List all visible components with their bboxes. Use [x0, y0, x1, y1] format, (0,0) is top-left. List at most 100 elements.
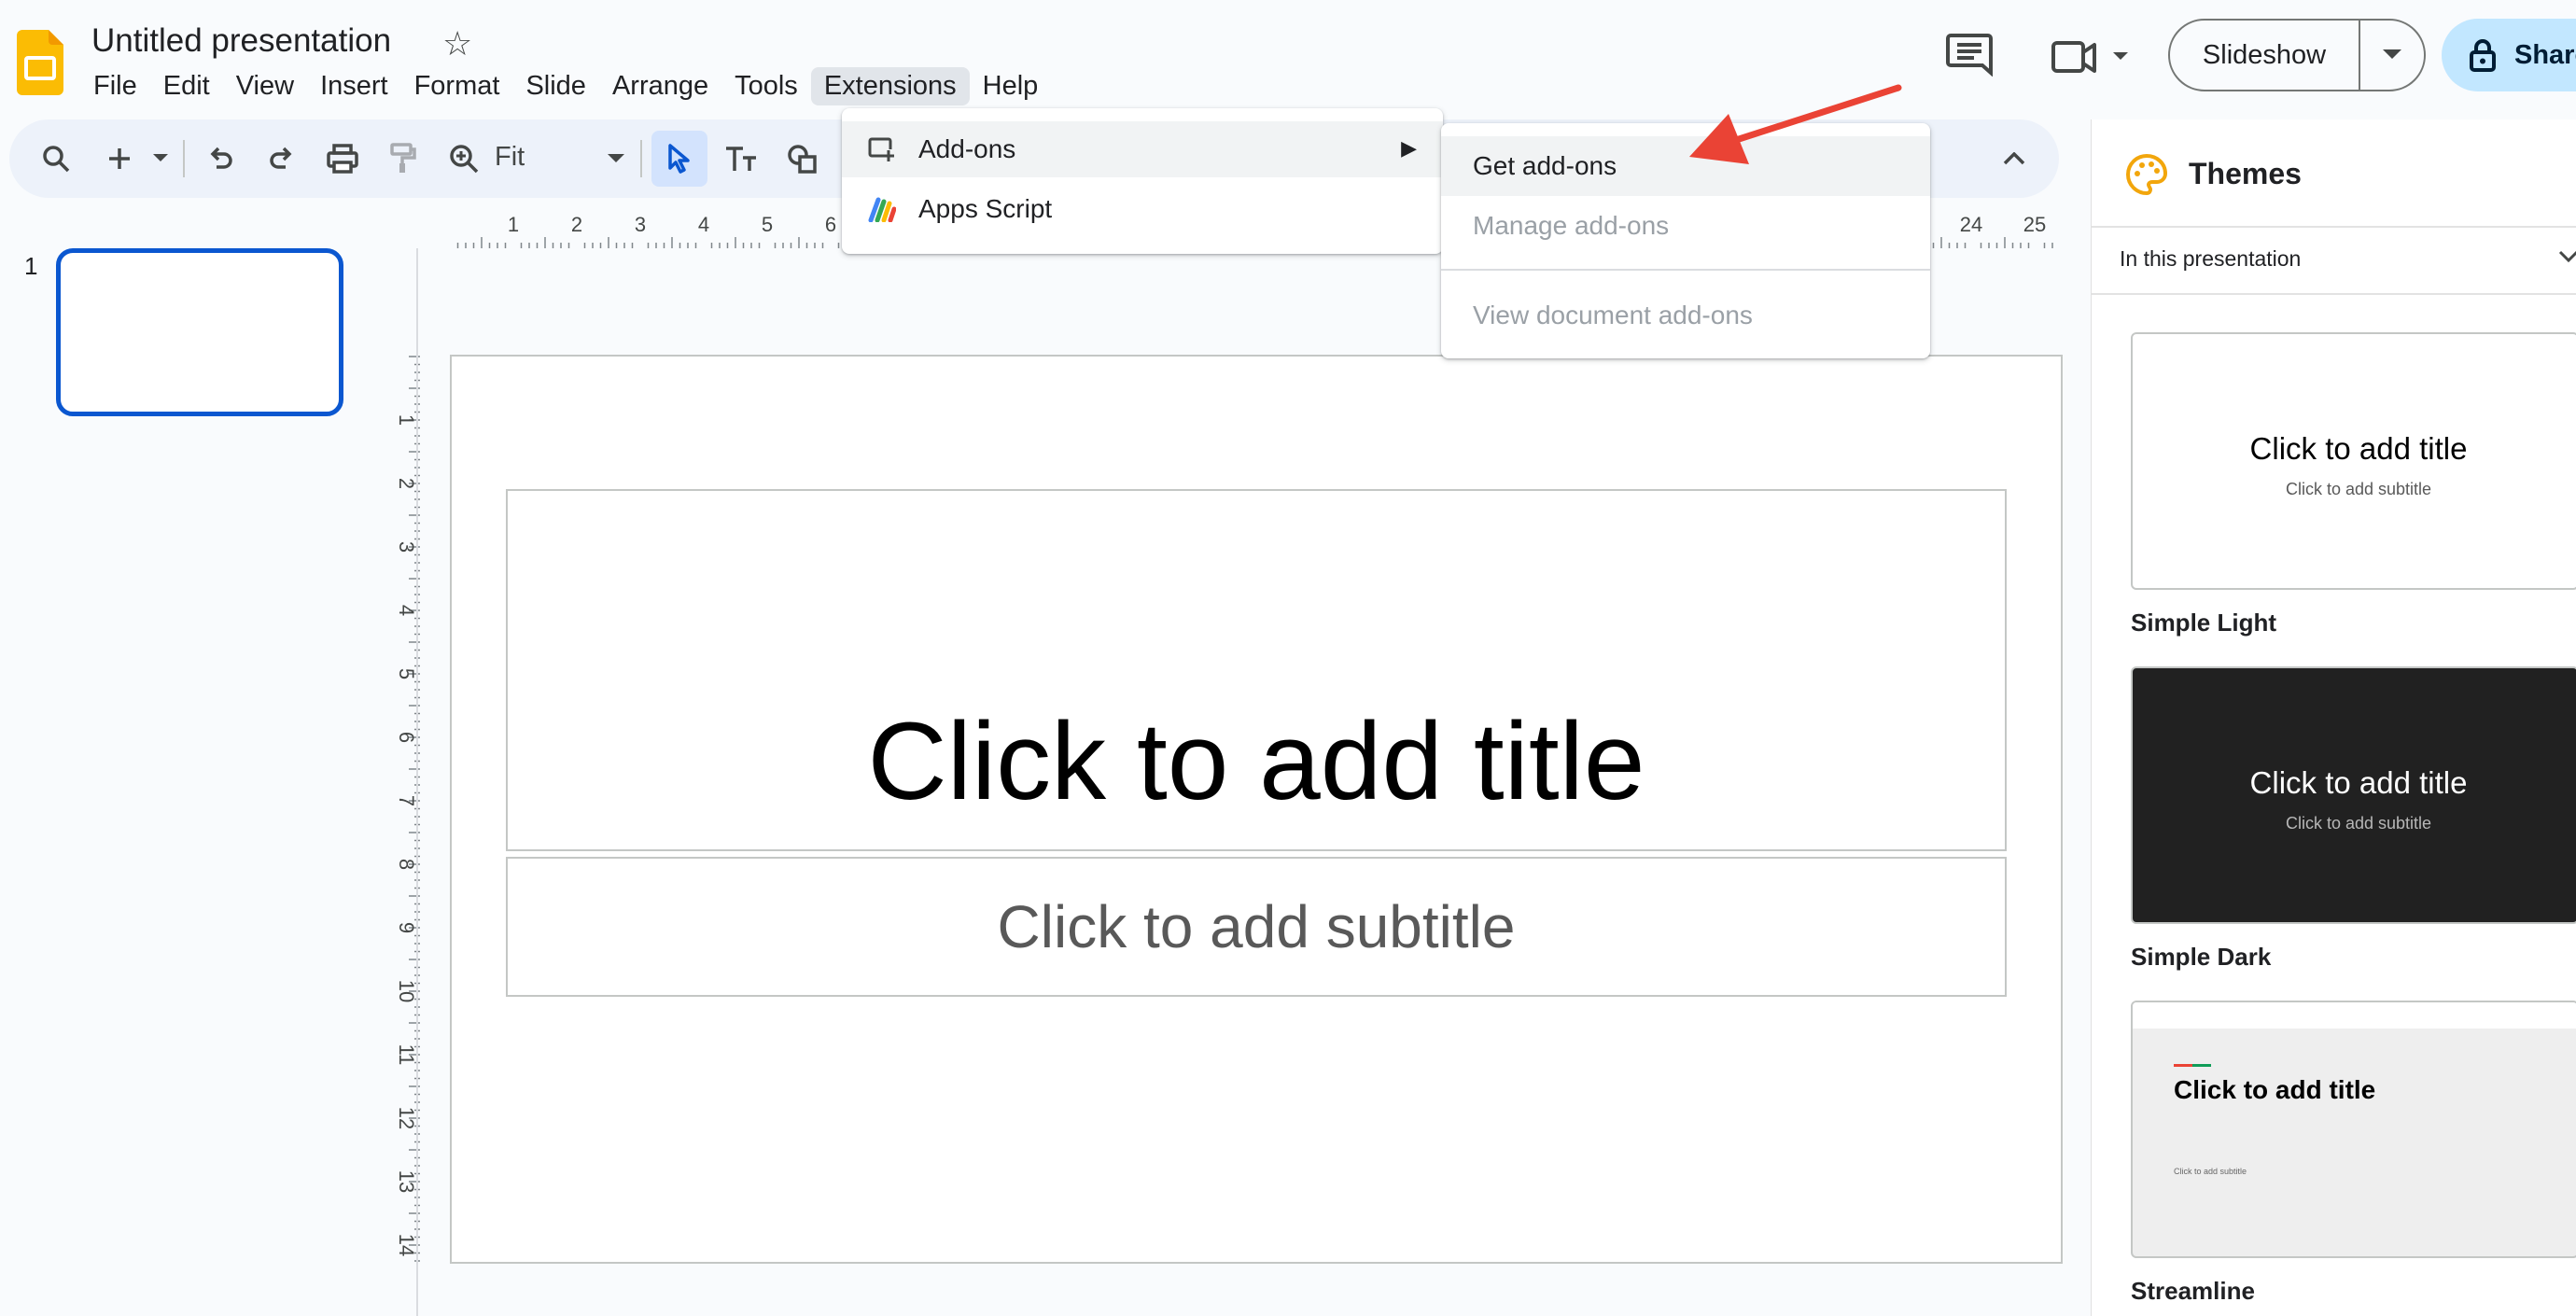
menu-extensions[interactable]: Extensions	[810, 66, 970, 105]
menu-item-add-ons[interactable]: Add-ons ▶	[842, 121, 1443, 177]
palette-icon	[2125, 153, 2168, 196]
text-box-icon[interactable]	[715, 119, 767, 198]
share-button[interactable]: Share	[2442, 19, 2576, 91]
theme-preview-subtitle: Click to add subtitle	[2285, 480, 2432, 498]
add-ons-icon	[868, 137, 894, 161]
divider	[2092, 226, 2576, 228]
slide-canvas[interactable]: Click to add title Click to add subtitle	[450, 355, 2063, 1264]
select-cursor-icon[interactable]	[651, 131, 707, 187]
themes-filter-select[interactable]: In this presentation	[2120, 246, 2301, 272]
zoom-select[interactable]: Fit	[495, 142, 525, 173]
ruler-label: 4	[395, 605, 418, 616]
print-icon[interactable]	[317, 119, 368, 198]
ruler-label: 2	[571, 213, 582, 236]
toolbar-divider	[183, 140, 185, 177]
search-menus-icon[interactable]	[30, 119, 82, 198]
ruler-label: 1	[508, 213, 519, 236]
vertical-ruler[interactable]: 1234567891011121314	[383, 347, 420, 1267]
new-slide-layout-chevron-icon[interactable]	[147, 119, 174, 198]
theme-name: Simple Dark	[2131, 943, 2272, 971]
menu-insert[interactable]: Insert	[307, 67, 401, 105]
themes-panel: Themes In this presentation Click to add…	[2091, 119, 2576, 1316]
annotation-arrow-icon	[1689, 84, 1902, 164]
redo-icon[interactable]	[258, 119, 304, 198]
document-title[interactable]: Untitled presentation	[91, 22, 391, 60]
slides-logo-icon[interactable]	[17, 30, 63, 95]
menu-divider	[1441, 269, 1930, 271]
ruler-label: 6	[395, 732, 418, 743]
title-placeholder-text: Click to add title	[867, 700, 1645, 823]
slideshow-button[interactable]: Slideshow	[2170, 21, 2360, 90]
ruler-label: 3	[395, 541, 418, 553]
menu-item-view-document-add-ons[interactable]: View document add-ons	[1441, 286, 1930, 345]
ruler-label: 2	[395, 478, 418, 489]
ruler-label: 25	[2023, 213, 2046, 236]
apps-script-icon	[868, 197, 896, 222]
theme-preview-band	[2133, 1002, 2576, 1029]
menu-format[interactable]: Format	[401, 67, 513, 105]
zoom-chevron-down-icon[interactable]	[597, 119, 635, 198]
ruler-label: 13	[395, 1170, 418, 1193]
menu-arrange[interactable]: Arrange	[599, 67, 721, 105]
menu-item-manage-add-ons[interactable]: Manage add-ons	[1441, 196, 1930, 256]
toolbar-divider	[640, 140, 642, 177]
theme-preview-accent	[2174, 1064, 2211, 1067]
theme-preview-title: Click to add title	[2249, 431, 2468, 466]
menu-edit[interactable]: Edit	[150, 67, 223, 105]
ruler-label: 3	[635, 213, 646, 236]
extensions-dropdown-menu: Add-ons ▶ Apps Script	[842, 108, 1443, 254]
chevron-down-icon[interactable]	[2558, 250, 2576, 268]
menu-slide[interactable]: Slide	[512, 67, 599, 105]
divider	[2092, 293, 2576, 295]
ruler-label: 6	[825, 213, 836, 236]
menu-item-apps-script[interactable]: Apps Script	[842, 181, 1443, 237]
theme-preview-subtitle: Click to add subtitle	[2285, 814, 2432, 833]
theme-card-simple-dark[interactable]: Click to add title Click to add subtitle	[2131, 666, 2576, 924]
collapse-toolbar-chevron-up-icon[interactable]	[1986, 119, 2042, 198]
meet-camera-icon[interactable]	[2050, 35, 2134, 80]
lock-icon	[2470, 39, 2496, 72]
ruler-label: 12	[395, 1107, 418, 1129]
ruler-label: 10	[395, 980, 418, 1002]
ruler-label: 24	[1960, 213, 1982, 236]
undo-icon[interactable]	[198, 119, 245, 198]
slideshow-options-button[interactable]	[2360, 21, 2424, 90]
subtitle-placeholder-box[interactable]: Click to add subtitle	[506, 857, 2007, 997]
themes-panel-title: Themes	[2189, 157, 2302, 190]
menu-view[interactable]: View	[223, 67, 307, 105]
menu-tools[interactable]: Tools	[721, 67, 811, 105]
slide-thumbnail[interactable]	[56, 248, 343, 416]
apps-script-label: Apps Script	[918, 194, 1053, 223]
slideshow-button-group: Slideshow	[2168, 19, 2426, 91]
theme-preview-title: Click to add title	[2174, 1075, 2376, 1104]
paint-format-icon[interactable]	[379, 119, 426, 198]
ruler-edge-line	[416, 248, 418, 1316]
menu-help[interactable]: Help	[970, 67, 1052, 105]
theme-preview-title: Click to add title	[2249, 765, 2468, 800]
theme-preview-subtitle: Click to add subtitle	[2174, 1167, 2247, 1176]
ruler-label: 5	[762, 213, 773, 236]
add-ons-label: Add-ons	[918, 134, 1016, 163]
comment-history-icon[interactable]	[1945, 32, 1994, 77]
subtitle-placeholder-text: Click to add subtitle	[997, 893, 1516, 960]
ruler-label: 1	[395, 414, 418, 426]
menu-file[interactable]: File	[80, 67, 150, 105]
new-slide-icon[interactable]	[99, 119, 140, 198]
ruler-label: 4	[698, 213, 709, 236]
ruler-label: 8	[395, 859, 418, 870]
title-placeholder-box[interactable]: Click to add title	[506, 489, 2007, 851]
shape-icon[interactable]	[777, 119, 829, 198]
theme-card-streamline[interactable]: Click to add title Click to add subtitle	[2131, 1001, 2576, 1258]
zoom-icon[interactable]	[439, 119, 489, 198]
ruler-label: 11	[395, 1044, 418, 1066]
ruler-label: 14	[395, 1234, 418, 1256]
menu-bar: File Edit View Insert Format Slide Arran…	[80, 65, 1051, 106]
submenu-arrow-icon: ▶	[1401, 136, 1417, 160]
theme-name: Simple Light	[2131, 609, 2276, 637]
theme-card-simple-light[interactable]: Click to add title Click to add subtitle	[2131, 332, 2576, 590]
ruler-label: 9	[395, 922, 418, 933]
star-icon[interactable]: ☆	[442, 24, 472, 63]
theme-name: Streamline	[2131, 1277, 2255, 1305]
ruler-label: 5	[395, 668, 418, 679]
ruler-label: 7	[395, 795, 418, 806]
